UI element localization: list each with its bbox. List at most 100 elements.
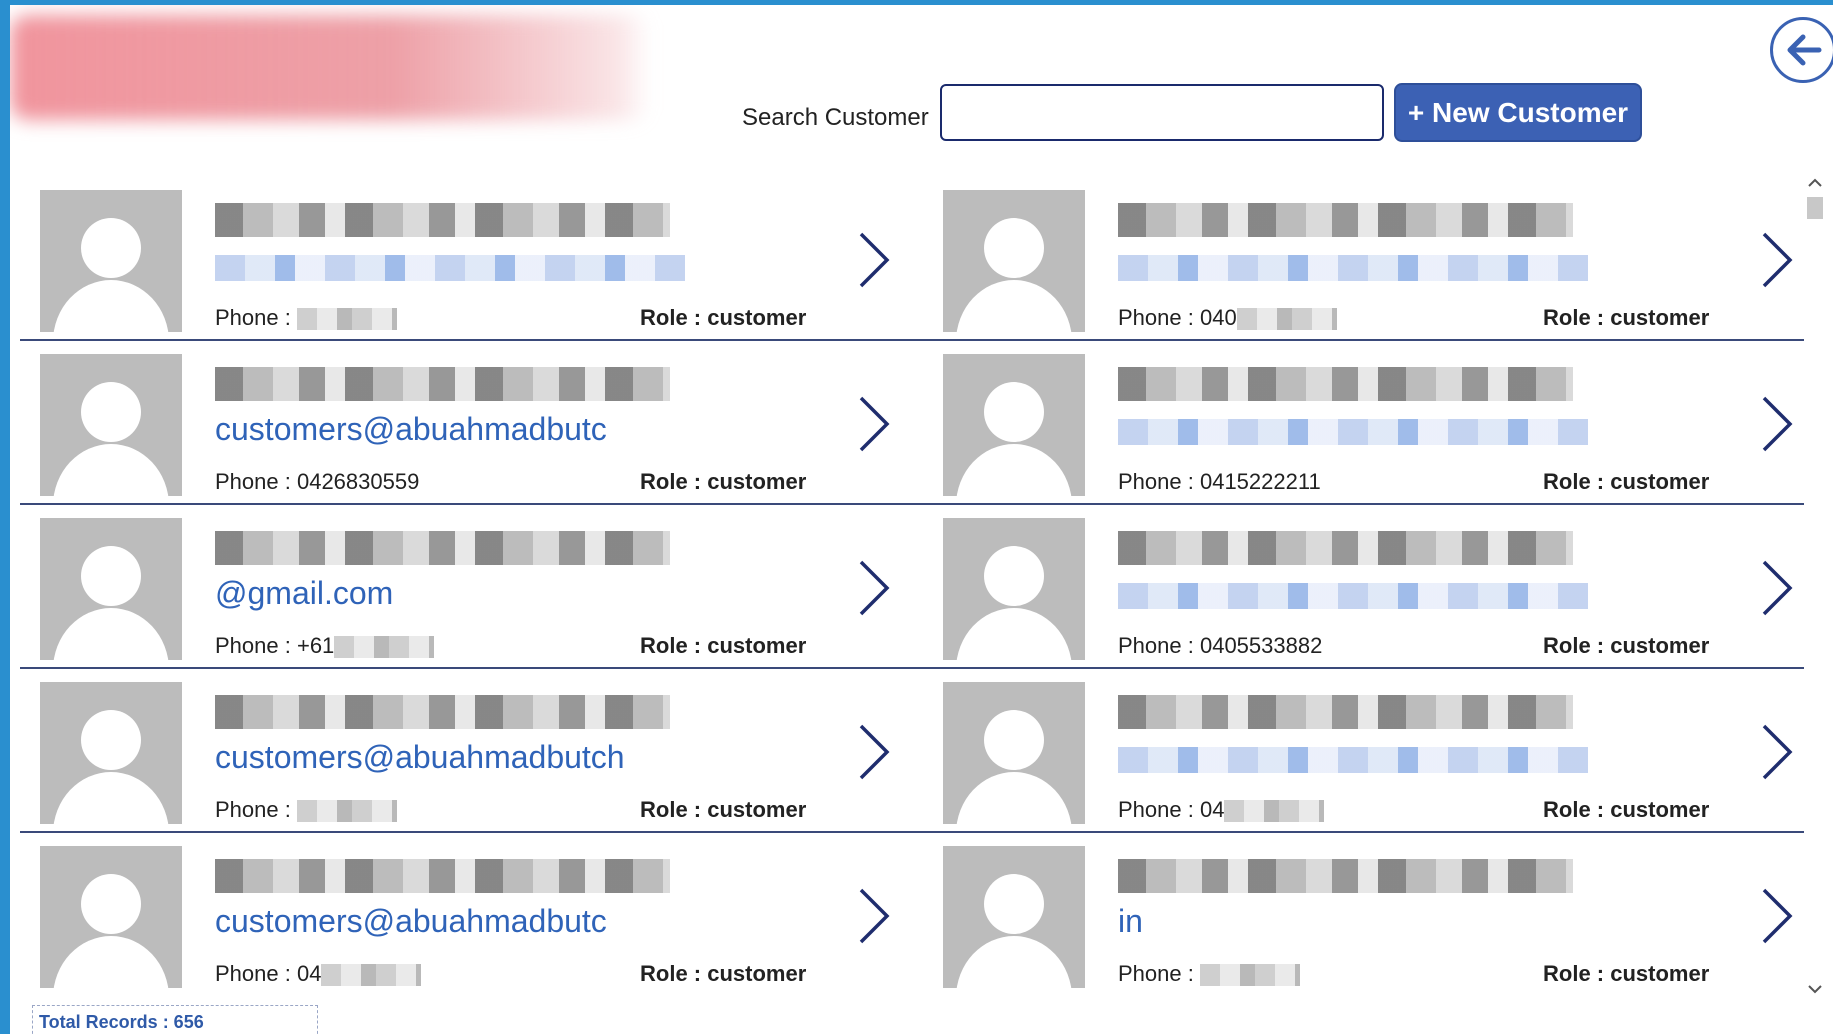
customer-card[interactable]: Phone : 0415222211 Role : customer (913, 339, 1813, 503)
role-value: customer (1610, 797, 1710, 822)
customer-email: customers@abuahmadbutc (215, 411, 607, 447)
phone-value: +61 (296, 633, 335, 658)
avatar-placeholder-icon (943, 518, 1085, 660)
company-logo (10, 15, 650, 120)
chevron-right-icon[interactable] (1758, 230, 1796, 290)
customer-email-redacted (1118, 747, 1588, 773)
phone-label: Phone : (1118, 961, 1194, 986)
customer-email: @gmail.com (215, 575, 394, 611)
customer-card[interactable]: Phone : 0405533882 Role : customer (913, 503, 1813, 667)
customer-phone: Phone : 0405533882 (1118, 633, 1322, 659)
chevron-right-icon[interactable] (855, 394, 893, 454)
customer-role: Role : customer (1543, 305, 1709, 331)
gallery-row: customers@abuahmadbutc Phone : 04 Role : c… (10, 831, 1810, 995)
customer-role: Role : customer (1543, 633, 1709, 659)
role-label: Role : (1543, 469, 1605, 494)
phone-redacted (321, 964, 422, 987)
chevron-right-icon[interactable] (1758, 886, 1796, 946)
customer-name-redacted (215, 367, 670, 401)
customer-role: Role : customer (1543, 797, 1709, 823)
avatar-placeholder-icon (40, 354, 182, 496)
role-value: customer (1610, 961, 1710, 986)
customer-name-redacted (1118, 531, 1573, 565)
role-label: Role : (640, 961, 702, 986)
role-value: customer (707, 961, 807, 986)
customer-email-redacted (1118, 583, 1588, 609)
phone-label: Phone : (1118, 469, 1194, 494)
customer-phone: Phone : 04 (215, 961, 422, 987)
scroll-thumb[interactable] (1807, 197, 1823, 219)
customer-role: Role : customer (640, 961, 806, 987)
phone-redacted (1236, 308, 1337, 331)
customer-card[interactable]: Phone : 040 Role : customer (913, 175, 1813, 339)
customer-phone: Phone : +61 (215, 633, 435, 659)
customer-card[interactable]: Phone : Role : customer (10, 175, 910, 339)
customer-name-redacted (215, 695, 670, 729)
phone-redacted (296, 800, 397, 823)
app-window: Search Customer + New Customer Phone : R… (10, 5, 1833, 1034)
customer-card[interactable]: @gmail.com Phone : +61 Role : customer (10, 503, 910, 667)
customer-role: Role : customer (640, 633, 806, 659)
phone-redacted (296, 308, 397, 331)
role-label: Role : (640, 305, 702, 330)
customer-card[interactable]: customers@abuahmadbutch Phone : Role : cu… (10, 667, 910, 831)
customer-email-redacted (215, 255, 685, 281)
chevron-right-icon[interactable] (1758, 558, 1796, 618)
customer-phone: Phone : 04 (1118, 797, 1325, 823)
role-label: Role : (1543, 633, 1605, 658)
phone-redacted (334, 636, 435, 659)
phone-label: Phone : (215, 305, 291, 330)
phone-value: 0426830559 (296, 469, 420, 494)
avatar-placeholder-icon (943, 190, 1085, 332)
chevron-right-icon[interactable] (855, 722, 893, 782)
customer-role: Role : customer (640, 305, 806, 331)
customer-email-redacted (1118, 419, 1588, 445)
total-records: Total Records : 656 (32, 1005, 318, 1034)
phone-redacted (1199, 964, 1300, 987)
chevron-right-icon[interactable] (855, 230, 893, 290)
role-label: Role : (1543, 961, 1605, 986)
gallery-row: customers@abuahmadbutc Phone : 0426830559… (10, 339, 1813, 505)
role-value: customer (707, 633, 807, 658)
role-value: customer (1610, 469, 1710, 494)
chevron-right-icon[interactable] (855, 558, 893, 618)
customer-card[interactable]: customers@abuahmadbutc Phone : 04 Role : c… (10, 831, 910, 995)
avatar-placeholder-icon (40, 682, 182, 824)
new-customer-button[interactable]: + New Customer (1394, 83, 1642, 142)
customer-phone: Phone : 040 (1118, 305, 1337, 331)
chevron-right-icon[interactable] (1758, 722, 1796, 782)
customer-role: Role : customer (1543, 469, 1709, 495)
gallery-row: customers@abuahmadbutch Phone : Role : cu… (10, 667, 1813, 833)
avatar-placeholder-icon (943, 846, 1085, 988)
phone-value: 04 (296, 961, 322, 986)
phone-value: 04 (1199, 797, 1225, 822)
phone-value: 0405533882 (1199, 633, 1323, 658)
scroll-down-icon[interactable] (1805, 981, 1825, 997)
chevron-right-icon[interactable] (1758, 394, 1796, 454)
customer-phone: Phone : 0415222211 (1118, 469, 1321, 495)
back-button[interactable] (1770, 17, 1833, 83)
phone-value: 040 (1199, 305, 1237, 330)
role-label: Role : (1543, 797, 1605, 822)
customer-name-redacted (215, 859, 670, 893)
customer-name-redacted (1118, 203, 1573, 237)
customer-phone: Phone : (215, 305, 397, 331)
customer-email: in (1118, 903, 1143, 939)
scrollbar[interactable] (1805, 175, 1825, 997)
avatar-placeholder-icon (943, 682, 1085, 824)
phone-label: Phone : (1118, 305, 1194, 330)
scroll-up-icon[interactable] (1805, 175, 1825, 191)
gallery-row: @gmail.com Phone : +61 Role : customer Phon… (10, 503, 1813, 669)
customer-card[interactable]: Phone : 04 Role : customer (913, 667, 1813, 831)
customer-card[interactable]: customers@abuahmadbutc Phone : 0426830559… (10, 339, 910, 503)
role-label: Role : (640, 469, 702, 494)
customer-email-redacted (1118, 255, 1588, 281)
search-input[interactable] (940, 84, 1384, 141)
chevron-right-icon[interactable] (855, 886, 893, 946)
phone-label: Phone : (1118, 797, 1194, 822)
customer-role: Role : customer (1543, 961, 1709, 987)
customer-card[interactable]: in Phone : Role : customer (913, 831, 1813, 995)
customer-email: customers@abuahmadbutc (215, 903, 607, 939)
phone-label: Phone : (215, 469, 291, 494)
customer-role: Role : customer (640, 797, 806, 823)
